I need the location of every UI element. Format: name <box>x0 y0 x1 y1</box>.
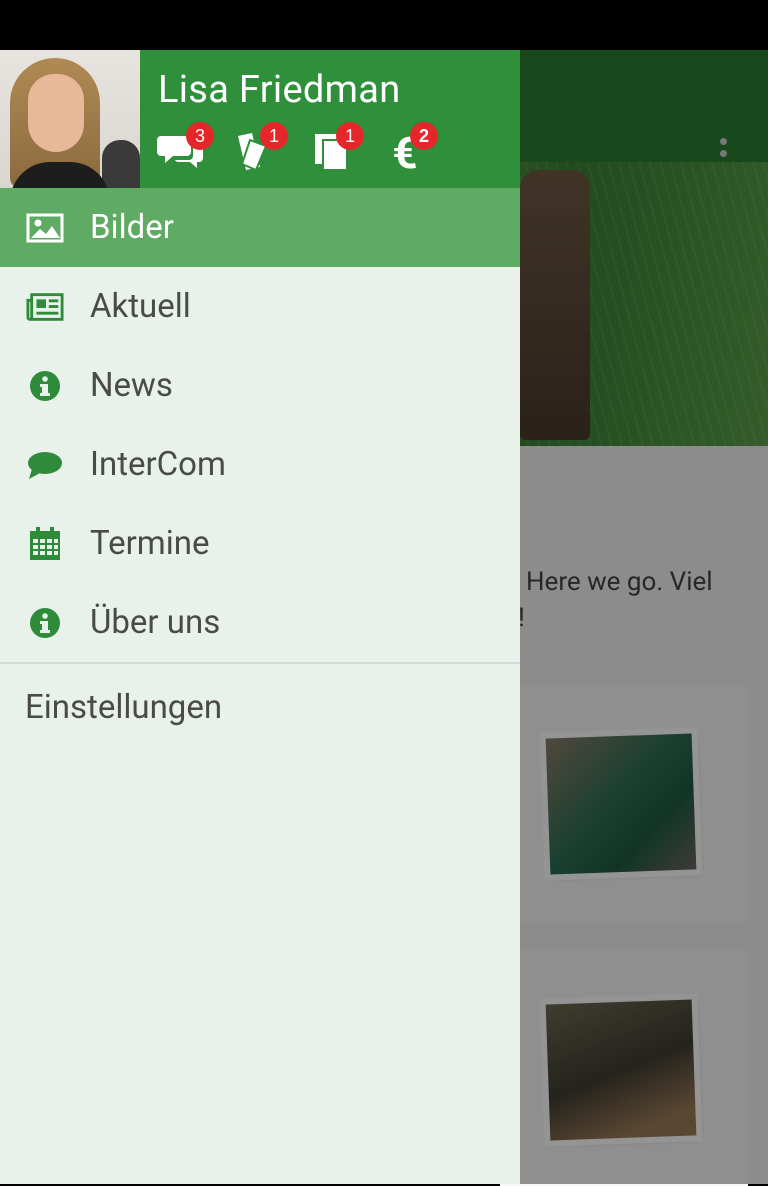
drawer-menu: Bilder Aktuell News InterCom Termine Übe… <box>0 188 520 750</box>
documents-count-badge: 1 <box>336 122 364 150</box>
menu-label: Aktuell <box>90 287 191 326</box>
documents-icon[interactable]: 1 <box>306 122 364 176</box>
chat-count-badge: 3 <box>186 122 214 150</box>
settings-item[interactable]: Einstellungen <box>0 664 520 750</box>
newspaper-icon <box>26 288 64 326</box>
chat-icon <box>26 446 64 484</box>
drawer-header: Lisa Friedman 3 1 1 € 2 <box>0 50 520 188</box>
menu-item-termine[interactable]: Termine <box>0 504 520 583</box>
user-name: Lisa Friedman <box>158 68 401 112</box>
menu-label: Bilder <box>90 208 174 247</box>
menu-label: Termine <box>90 524 210 563</box>
menu-item-aktuell[interactable]: Aktuell <box>0 267 520 346</box>
menu-item-bilder[interactable]: Bilder <box>0 188 520 267</box>
chat-bubbles-icon[interactable]: 3 <box>156 122 214 176</box>
menu-item-news[interactable]: News <box>0 346 520 425</box>
euro-count-badge: 2 <box>410 122 438 150</box>
menu-item-ueber-uns[interactable]: Über uns <box>0 583 520 662</box>
status-bar <box>0 0 768 50</box>
settings-label: Einstellungen <box>25 687 223 727</box>
avatar[interactable] <box>0 50 140 188</box>
calendar-icon <box>26 525 64 563</box>
menu-label: InterCom <box>90 445 226 484</box>
menu-label: Über uns <box>90 603 221 642</box>
tickets-icon[interactable]: 1 <box>230 122 288 176</box>
tickets-count-badge: 1 <box>260 122 288 150</box>
image-icon <box>26 209 64 247</box>
info-icon <box>26 604 64 642</box>
info-icon <box>26 367 64 405</box>
euro-icon[interactable]: € 2 <box>380 122 438 176</box>
navigation-drawer: Lisa Friedman 3 1 1 € 2 Bilder Aktuell N… <box>0 50 520 1184</box>
menu-item-intercom[interactable]: InterCom <box>0 425 520 504</box>
menu-label: News <box>90 366 173 405</box>
